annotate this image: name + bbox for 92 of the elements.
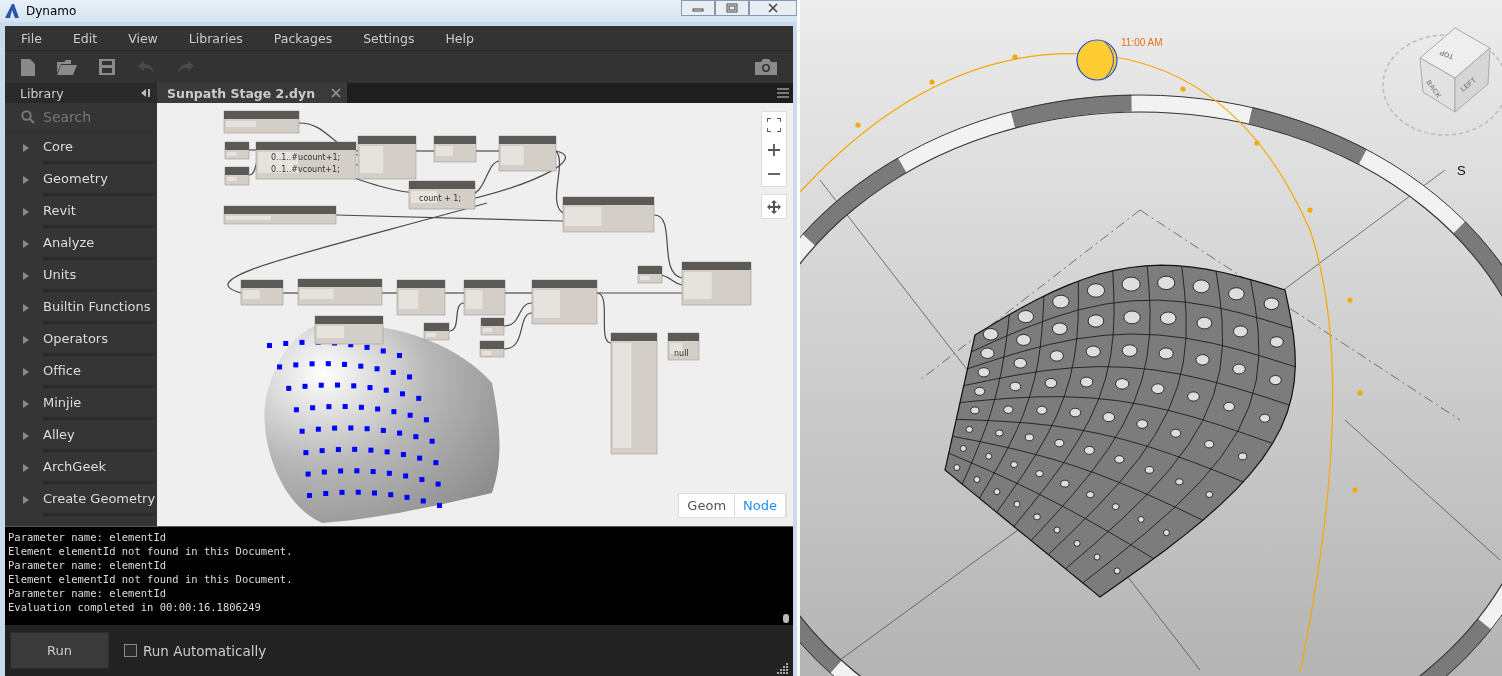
expand-arrow-icon bbox=[23, 336, 29, 344]
scroll-thumb-icon bbox=[783, 614, 789, 623]
menu-item[interactable]: View bbox=[128, 30, 158, 46]
library-category[interactable]: Builtin Functions bbox=[5, 292, 157, 324]
expand-arrow-icon bbox=[23, 432, 29, 440]
new-file-icon[interactable] bbox=[21, 58, 35, 76]
graph-node[interactable] bbox=[314, 315, 384, 345]
open-folder-icon[interactable] bbox=[57, 59, 77, 75]
watch-value: null bbox=[674, 349, 689, 358]
library-category[interactable]: Core bbox=[5, 132, 157, 164]
graph-node[interactable] bbox=[357, 135, 417, 180]
graph-node[interactable] bbox=[408, 180, 476, 210]
console-line: Parameter name: elementId bbox=[8, 558, 168, 572]
pan-icon bbox=[767, 199, 781, 214]
graph-node[interactable] bbox=[498, 135, 557, 172]
library-category[interactable]: Operators bbox=[5, 324, 157, 356]
library-category[interactable]: Minjie bbox=[5, 388, 157, 420]
fit-view-icon[interactable] bbox=[767, 118, 781, 132]
expand-arrow-icon bbox=[23, 240, 29, 248]
checkbox[interactable] bbox=[124, 644, 137, 657]
graph-node[interactable] bbox=[433, 135, 477, 163]
library-category[interactable]: Alley bbox=[5, 420, 157, 452]
graph-node[interactable] bbox=[223, 205, 337, 225]
menu-item[interactable]: Edit bbox=[72, 30, 98, 46]
graph-node[interactable] bbox=[223, 110, 300, 134]
graph-node[interactable] bbox=[531, 279, 598, 325]
library-title: Library bbox=[20, 85, 64, 101]
graph-node[interactable] bbox=[610, 332, 658, 455]
library-category[interactable]: Geometry bbox=[5, 164, 157, 196]
console-line: Evaluation completed in 00:00:16.1806249 bbox=[8, 600, 262, 614]
expand-arrow-icon bbox=[23, 368, 29, 376]
library-category[interactable]: Units bbox=[5, 260, 157, 292]
graph-node[interactable] bbox=[479, 340, 505, 358]
graph-node[interactable] bbox=[224, 141, 250, 160]
graph-node[interactable] bbox=[297, 278, 383, 306]
graph-node[interactable] bbox=[423, 322, 450, 341]
camera-icon[interactable] bbox=[755, 59, 777, 75]
graph-node[interactable] bbox=[562, 196, 655, 233]
graph-node[interactable] bbox=[396, 279, 446, 316]
window-title: Dynamo bbox=[26, 4, 77, 18]
graph-node[interactable] bbox=[463, 279, 506, 316]
search-icon bbox=[21, 110, 35, 124]
graph-node[interactable] bbox=[240, 279, 284, 306]
compass-label: S bbox=[1457, 163, 1466, 178]
code-line: 0..1..#vcount+1; bbox=[271, 165, 340, 174]
close-button[interactable] bbox=[749, 0, 797, 16]
console-line: Element elementId not found in this Document. bbox=[8, 572, 294, 586]
library-category[interactable]: Revit bbox=[5, 196, 157, 228]
sun-icon bbox=[1076, 39, 1118, 81]
close-icon[interactable] bbox=[331, 88, 341, 98]
console-line: Element elementId not found in this Document. bbox=[8, 544, 294, 558]
graph-node[interactable] bbox=[255, 141, 357, 180]
menu-item[interactable]: Settings bbox=[363, 30, 415, 46]
pan-button[interactable] bbox=[761, 194, 787, 219]
app-logo-icon bbox=[4, 3, 20, 19]
library-category[interactable]: Analyze bbox=[5, 228, 157, 260]
graph-node[interactable] bbox=[681, 261, 752, 306]
expand-arrow-icon bbox=[23, 208, 29, 216]
menu-item[interactable]: Libraries bbox=[188, 30, 243, 46]
menu-icon[interactable] bbox=[777, 88, 789, 98]
resize-grip-icon[interactable] bbox=[777, 662, 789, 674]
library-category[interactable]: Office bbox=[5, 356, 157, 388]
expand-arrow-icon bbox=[23, 144, 29, 152]
run-button[interactable]: Run bbox=[10, 632, 109, 669]
menu-item[interactable]: Help bbox=[445, 30, 474, 46]
maximize-icon bbox=[726, 3, 738, 13]
sun-time-label: 11:00 AM bbox=[1121, 37, 1163, 48]
zoom-in-icon[interactable] bbox=[768, 144, 780, 156]
menu-item[interactable]: File bbox=[21, 30, 42, 46]
graph-node[interactable] bbox=[667, 332, 700, 361]
expand-arrow-icon bbox=[23, 464, 29, 472]
code-line: count + 1; bbox=[419, 194, 462, 203]
code-line: 0..1..#ucount+1; bbox=[271, 153, 341, 162]
console-line: Parameter name: elementId bbox=[8, 586, 168, 600]
expand-arrow-icon bbox=[23, 176, 29, 184]
graph-node[interactable] bbox=[637, 265, 663, 284]
graph-node[interactable] bbox=[224, 166, 250, 186]
expand-arrow-icon bbox=[23, 272, 29, 280]
save-icon[interactable] bbox=[99, 59, 115, 75]
collapse-icon[interactable] bbox=[141, 88, 151, 98]
library-category[interactable]: Create Geometry bbox=[5, 484, 157, 516]
library-category[interactable]: ArchGeek bbox=[5, 452, 157, 484]
expand-arrow-icon bbox=[23, 496, 29, 504]
expand-arrow-icon bbox=[23, 304, 29, 312]
file-tab[interactable]: Sunpath Stage 2.dyn bbox=[157, 83, 347, 103]
search-field[interactable]: Search bbox=[43, 109, 147, 125]
graph-node[interactable] bbox=[480, 317, 505, 336]
checkbox-label[interactable]: Run Automatically bbox=[143, 642, 267, 659]
expand-arrow-icon bbox=[23, 400, 29, 408]
console-line: Parameter name: elementId bbox=[8, 530, 168, 544]
menu-item[interactable]: Packages bbox=[273, 30, 333, 46]
close-icon bbox=[767, 3, 779, 13]
